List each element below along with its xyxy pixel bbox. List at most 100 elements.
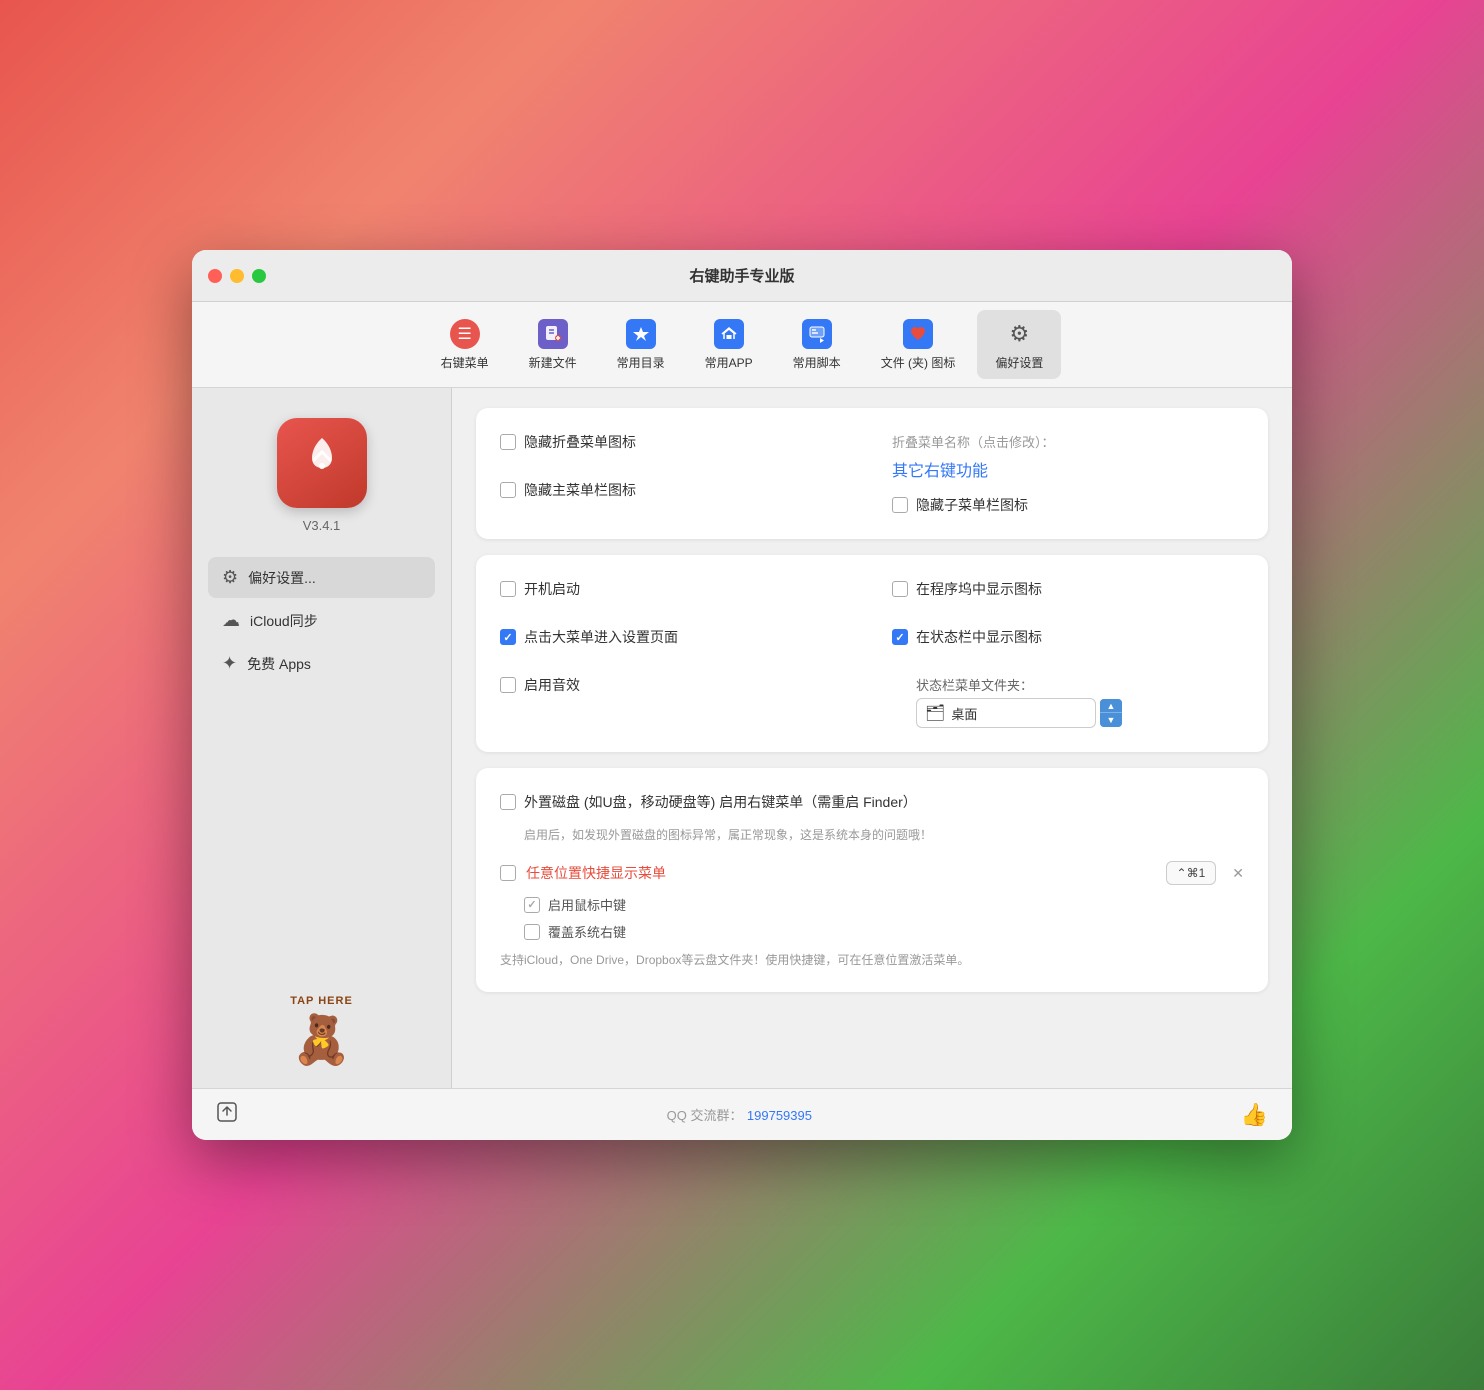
cover-right-click-label: 覆盖系统右键 [548,922,626,941]
card-external-disk: 外置磁盘 (如U盘，移动硬盘等) 启用右键菜单（需重启 Finder） 启用后，… [476,768,1268,992]
bottom-bar: QQ 交流群： 199759395 👍 [192,1088,1292,1140]
external-disk-checkbox[interactable] [500,794,516,810]
share-icon[interactable] [216,1101,238,1128]
folder-icon: 🗂 [925,703,945,723]
card-startup-row: 开机启动 点击大菜单进入设置页面 启用音效 [500,579,1244,728]
show-in-statusbar-row: 在状态栏中显示图标 [892,627,1244,647]
main-content: V3.4.1 ⚙ 偏好设置... ☁ iCloud同步 ✦ 免费 Apps TA… [192,388,1292,1088]
sidebar-item-preferences[interactable]: ⚙ 偏好设置... [208,557,435,598]
window-title: 右键助手专业版 [689,265,794,286]
toolbar-item-preferences[interactable]: ⚙ 偏好设置 [977,310,1061,379]
shortcut-close-icon[interactable]: ✕ [1232,865,1244,882]
hide-fold-icon-row: 隐藏折叠菜单图标 [500,432,852,452]
enable-sound-row: 启用音效 [500,675,852,695]
toolbar-item-file-icon[interactable]: 文件 (夹) 图标 [863,310,974,379]
sidebar-preferences-label: 偏好设置... [248,568,316,588]
qq-prefix: QQ 交流群： [667,1108,743,1123]
sidebar-nav: ⚙ 偏好设置... ☁ iCloud同步 ✦ 免费 Apps [208,557,435,684]
window-controls [208,269,266,283]
toolbar-item-common-app[interactable]: 常用APP [687,310,771,379]
card-startup-left: 开机启动 点击大菜单进入设置页面 启用音效 [500,579,852,728]
fold-menu-label: 折叠菜单名称（点击修改）： [892,432,1244,451]
toolbar-label-common-script: 常用脚本 [793,354,841,371]
toolbar-label-common-dir: 常用目录 [617,354,665,371]
sidebar-item-free-apps[interactable]: ✦ 免费 Apps [208,643,435,684]
sidebar-icloud-label: iCloud同步 [250,611,318,631]
statusbar-folder-label: 状态栏菜单文件夹： [916,675,1244,694]
toolbar-label-preferences: 偏好设置 [995,354,1043,371]
quick-show-label[interactable]: 任意位置快捷显示菜单 [526,863,666,883]
hide-menubar-icon-row: 隐藏主菜单栏图标 [500,480,852,500]
toolbar-item-common-script[interactable]: 常用脚本 [775,310,859,379]
toolbar-item-new-file[interactable]: 新建文件 [511,310,595,379]
tap-here-badge[interactable]: TAP HERE 🧸 [290,995,353,1068]
quick-show-description: 支持iCloud，One Drive，Dropbox等云盘文件夹！使用快捷键，可… [500,951,1244,968]
toolbar-label-common-app: 常用APP [705,354,753,371]
toolbar-item-common-dir[interactable]: 常用目录 [599,310,683,379]
titlebar: 右键助手专业版 [192,250,1292,302]
click-main-menu-row: 点击大菜单进入设置页面 [500,627,852,647]
show-in-statusbar-label: 在状态栏中显示图标 [916,627,1042,647]
click-main-menu-label: 点击大菜单进入设置页面 [524,627,678,647]
quick-show-checkbox[interactable] [500,865,516,881]
hide-submenu-icon-row: 隐藏子菜单栏图标 [892,495,1244,515]
enable-middle-click-checkbox[interactable] [524,897,540,913]
sidebar-free-apps-label: 免费 Apps [247,654,311,674]
common-app-icon [713,318,745,350]
hide-fold-icon-label: 隐藏折叠菜单图标 [524,432,636,452]
bottom-bar-center: QQ 交流群： 199759395 [667,1105,812,1125]
quick-show-row: 任意位置快捷显示菜单 ⌃⌘1 ✕ [500,861,1244,885]
show-in-dock-row: 在程序坞中显示图标 [892,579,1244,599]
qq-number[interactable]: 199759395 [747,1108,812,1123]
sidebar: V3.4.1 ⚙ 偏好设置... ☁ iCloud同步 ✦ 免费 Apps TA… [192,388,452,1088]
sidebar-bottom: TAP HERE 🧸 [290,995,353,1068]
context-menu-icon: ☰ [449,318,481,350]
sidebar-preferences-icon: ⚙ [222,567,238,588]
card-hide-icons-row: 隐藏折叠菜单图标 隐藏主菜单栏图标 折叠菜单名称（点击修改）： 其它右键功能 [500,432,1244,515]
auto-start-row: 开机启动 [500,579,852,599]
toolbar-item-context-menu[interactable]: ☰ 右键菜单 [423,310,507,379]
preferences-icon: ⚙ [1003,318,1035,350]
hide-fold-icon-checkbox[interactable] [500,434,516,450]
cover-right-click-checkbox[interactable] [524,924,540,940]
show-in-dock-checkbox[interactable] [892,581,908,597]
close-button[interactable] [208,269,222,283]
toolbar-label-context-menu: 右键菜单 [441,354,489,371]
fold-menu-section: 折叠菜单名称（点击修改）： 其它右键功能 [892,432,1244,481]
toolbar-label-file-icon: 文件 (夹) 图标 [881,354,956,371]
fold-menu-name[interactable]: 其它右键功能 [892,457,1244,481]
auto-start-checkbox[interactable] [500,581,516,597]
enable-sound-label: 启用音效 [524,675,580,695]
statusbar-folder-section: 状态栏菜单文件夹： 🗂 桌面 ▲ ▼ [916,675,1244,728]
minimize-button[interactable] [230,269,244,283]
external-disk-row: 外置磁盘 (如U盘，移动硬盘等) 启用右键菜单（需重启 Finder） [500,792,1244,812]
show-in-dock-label: 在程序坞中显示图标 [916,579,1042,599]
folder-stepper-up[interactable]: ▲ [1100,699,1122,713]
tap-here-character: 🧸 [292,1011,352,1068]
auto-start-label: 开机启动 [524,579,580,599]
shortcut-badge[interactable]: ⌃⌘1 [1166,861,1217,885]
sidebar-icloud-icon: ☁ [222,610,240,631]
sidebar-free-apps-icon: ✦ [222,653,237,674]
show-in-statusbar-checkbox[interactable] [892,629,908,645]
folder-stepper-down[interactable]: ▼ [1100,713,1122,727]
enable-middle-click-row: 启用鼠标中键 [524,895,1244,914]
toolbar-label-new-file: 新建文件 [529,354,577,371]
content-area: 隐藏折叠菜单图标 隐藏主菜单栏图标 折叠菜单名称（点击修改）： 其它右键功能 [452,388,1292,1088]
sidebar-item-icloud[interactable]: ☁ iCloud同步 [208,600,435,641]
app-icon-graphic [292,428,352,498]
like-icon[interactable]: 👍 [1241,1102,1268,1128]
maximize-button[interactable] [252,269,266,283]
statusbar-folder-select[interactable]: 🗂 桌面 [916,698,1096,728]
card-startup-right: 在程序坞中显示图标 在状态栏中显示图标 状态栏菜单文件夹： 🗂 桌面 [892,579,1244,728]
card-hide-icons-right: 折叠菜单名称（点击修改）： 其它右键功能 隐藏子菜单栏图标 [892,432,1244,515]
hide-submenu-icon-checkbox[interactable] [892,497,908,513]
cover-right-click-row: 覆盖系统右键 [524,922,1244,941]
card-hide-icons: 隐藏折叠菜单图标 隐藏主菜单栏图标 折叠菜单名称（点击修改）： 其它右键功能 [476,408,1268,539]
enable-middle-click-label: 启用鼠标中键 [548,895,626,914]
toolbar: ☰ 右键菜单 新建文件 [192,302,1292,388]
hide-menubar-icon-checkbox[interactable] [500,482,516,498]
click-main-menu-checkbox[interactable] [500,629,516,645]
common-dir-icon [625,318,657,350]
enable-sound-checkbox[interactable] [500,677,516,693]
